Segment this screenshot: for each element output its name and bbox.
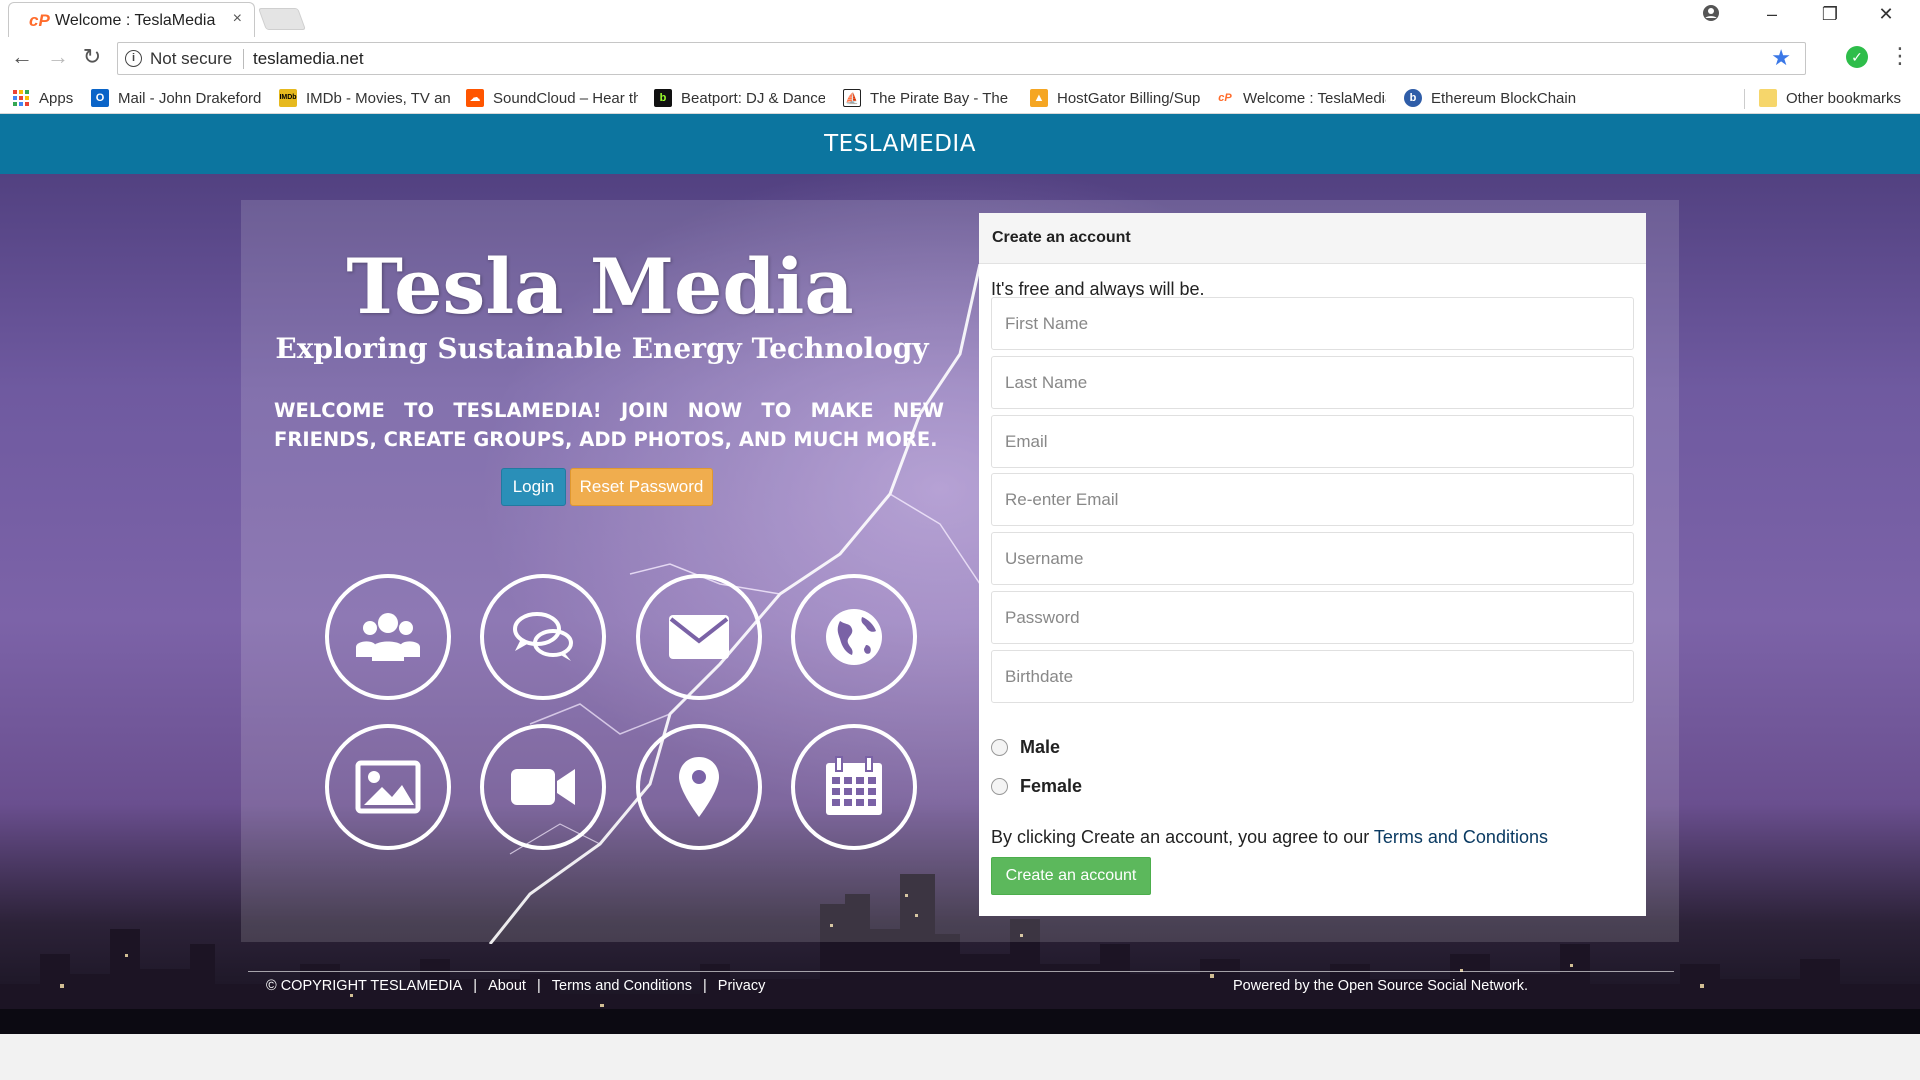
url-text[interactable]: teslamedia.net <box>253 49 364 69</box>
soundcloud-icon: ☁ <box>466 89 484 107</box>
bookmark-mail[interactable]: O Mail - John Drakeford <box>91 87 263 109</box>
email-field[interactable] <box>991 415 1634 468</box>
bookmark-teslamedia[interactable]: cP Welcome : TeslaMedia <box>1216 87 1386 109</box>
blockchain-icon: b <box>1404 89 1422 107</box>
toolbar: ← → ↻ i Not secure teslamedia.net ★ ✓ ⋮ <box>0 37 1920 81</box>
profile-icon[interactable] <box>1691 4 1731 27</box>
imdb-icon: IMDb <box>279 89 297 107</box>
bookmark-label: Beatport: DJ & Dance <box>681 89 825 107</box>
bookmarks-bar: Apps O Mail - John Drakeford IMDb IMDb -… <box>0 81 1920 114</box>
signup-card: Create an account It's free and always w… <box>979 213 1646 916</box>
bookmark-label: HostGator Billing/Sup <box>1057 89 1200 107</box>
tab-title: Welcome : TeslaMedia <box>55 12 216 29</box>
hero-subtitle: Exploring Sustainable Energy Technology <box>275 332 929 365</box>
chat-icon <box>480 574 606 700</box>
password-field[interactable] <box>991 591 1634 644</box>
bookmark-label: SoundCloud – Hear the <box>493 89 638 107</box>
omnibox-divider <box>243 49 244 69</box>
window-close-icon[interactable]: ✕ <box>1866 4 1906 25</box>
signup-card-header: Create an account <box>979 213 1646 264</box>
browser-menu-icon[interactable]: ⋮ <box>1889 43 1911 69</box>
bookmark-label: Welcome : TeslaMedia <box>1243 89 1386 107</box>
apps-grid-icon <box>13 90 29 106</box>
bookmark-soundcloud[interactable]: ☁ SoundCloud – Hear the <box>466 87 638 109</box>
envelope-icon <box>636 574 762 700</box>
login-button[interactable]: Login <box>501 468 566 506</box>
bookmark-label: Ethereum BlockChain <box>1431 89 1576 107</box>
forward-icon[interactable]: → <box>44 44 72 70</box>
gender-male-radio[interactable] <box>991 739 1008 756</box>
video-camera-icon <box>480 724 606 850</box>
tab-close-icon[interactable]: × <box>233 10 242 28</box>
extension-check-icon[interactable]: ✓ <box>1846 46 1868 68</box>
terms-notice: By clicking Create an account, you agree… <box>991 827 1548 848</box>
bookmark-hostgator[interactable]: ▲ HostGator Billing/Sup <box>1030 87 1200 109</box>
hero-title: Tesla Media <box>346 242 854 331</box>
folder-icon <box>1759 89 1777 107</box>
footer-separator: | <box>536 978 541 994</box>
bookmarks-divider <box>1744 89 1745 109</box>
welcome-message: WELCOME TO TESLAMEDIA! JOIN NOW TO MAKE … <box>274 399 944 451</box>
globe-icon <box>791 574 917 700</box>
birthdate-field[interactable] <box>991 650 1634 703</box>
bookmark-label: IMDb - Movies, TV and <box>306 89 450 107</box>
signup-heading: Create an account <box>992 229 1131 246</box>
footer-link-terms[interactable]: Terms and Conditions <box>552 978 692 994</box>
site-brand[interactable]: TESLAMEDIA <box>0 114 1800 174</box>
copyright-text: © COPYRIGHT TESLAMEDIA <box>266 978 463 994</box>
users-icon <box>325 574 451 700</box>
bookmark-label: Apps <box>39 89 74 107</box>
browser-tab-strip: cP Welcome : TeslaMedia × – ❐ ✕ <box>0 0 1920 37</box>
page-viewport: TESLAMEDIA Tesla Media Exploring Sustain… <box>0 114 1920 1034</box>
hostgator-icon: ▲ <box>1030 89 1048 107</box>
calendar-icon <box>791 724 917 850</box>
first-name-field[interactable] <box>991 297 1634 350</box>
map-pin-icon <box>636 724 762 850</box>
beatport-icon: b <box>654 89 672 107</box>
bookmark-star-icon[interactable]: ★ <box>1771 45 1791 71</box>
create-account-button[interactable]: Create an account <box>991 857 1151 895</box>
ship-icon: ⛵ <box>843 89 861 107</box>
new-tab-button[interactable] <box>257 8 307 30</box>
bookmark-imdb[interactable]: IMDb IMDb - Movies, TV and <box>279 87 450 109</box>
image-icon <box>325 724 451 850</box>
omnibox[interactable]: i Not secure teslamedia.net ★ <box>117 42 1806 75</box>
bookmark-other[interactable]: Other bookmarks <box>1759 87 1919 109</box>
footer-link-privacy[interactable]: Privacy <box>718 978 766 994</box>
bookmark-beatport[interactable]: b Beatport: DJ & Dance <box>654 87 825 109</box>
footer-separator: | <box>473 978 478 994</box>
footer-separator: | <box>703 978 707 994</box>
security-label[interactable]: Not secure <box>150 49 232 69</box>
gender-male-label[interactable]: Male <box>1020 737 1060 758</box>
bookmark-apps[interactable]: Apps <box>13 87 83 109</box>
footer-link-about[interactable]: About <box>488 978 526 994</box>
browser-tab[interactable]: cP Welcome : TeslaMedia × <box>8 2 255 37</box>
cpanel-icon: cP <box>1216 89 1234 107</box>
outlook-icon: O <box>91 89 109 107</box>
gender-female-radio[interactable] <box>991 778 1008 795</box>
powered-by-text[interactable]: Powered by the Open Source Social Networ… <box>1233 978 1528 994</box>
cpanel-favicon-icon: cP <box>29 11 50 30</box>
footer-divider <box>248 971 1674 972</box>
minimize-icon[interactable]: – <box>1752 4 1792 25</box>
reset-password-button[interactable]: Reset Password <box>570 468 713 506</box>
bookmark-ethereum[interactable]: b Ethereum BlockChain <box>1404 87 1576 109</box>
reload-icon[interactable]: ↻ <box>78 44 106 70</box>
info-icon[interactable]: i <box>125 50 142 67</box>
back-icon[interactable]: ← <box>8 44 36 70</box>
footer-links: © COPYRIGHT TESLAMEDIA | About | Terms a… <box>266 978 765 994</box>
terms-prefix: By clicking Create an account, you agree… <box>991 827 1374 847</box>
site-header: TESLAMEDIA <box>0 114 1920 174</box>
email-confirm-field[interactable] <box>991 473 1634 526</box>
username-field[interactable] <box>991 532 1634 585</box>
gender-female-label[interactable]: Female <box>1020 776 1082 797</box>
restore-icon[interactable]: ❐ <box>1810 4 1850 25</box>
bookmark-label: Mail - John Drakeford <box>118 89 262 107</box>
bookmark-label: The Pirate Bay - The <box>870 89 1009 107</box>
bookmark-label: Other bookmarks <box>1786 89 1902 107</box>
last-name-field[interactable] <box>991 356 1634 409</box>
terms-link[interactable]: Terms and Conditions <box>1374 827 1548 847</box>
bookmark-piratebay[interactable]: ⛵ The Pirate Bay - The <box>843 87 1014 109</box>
